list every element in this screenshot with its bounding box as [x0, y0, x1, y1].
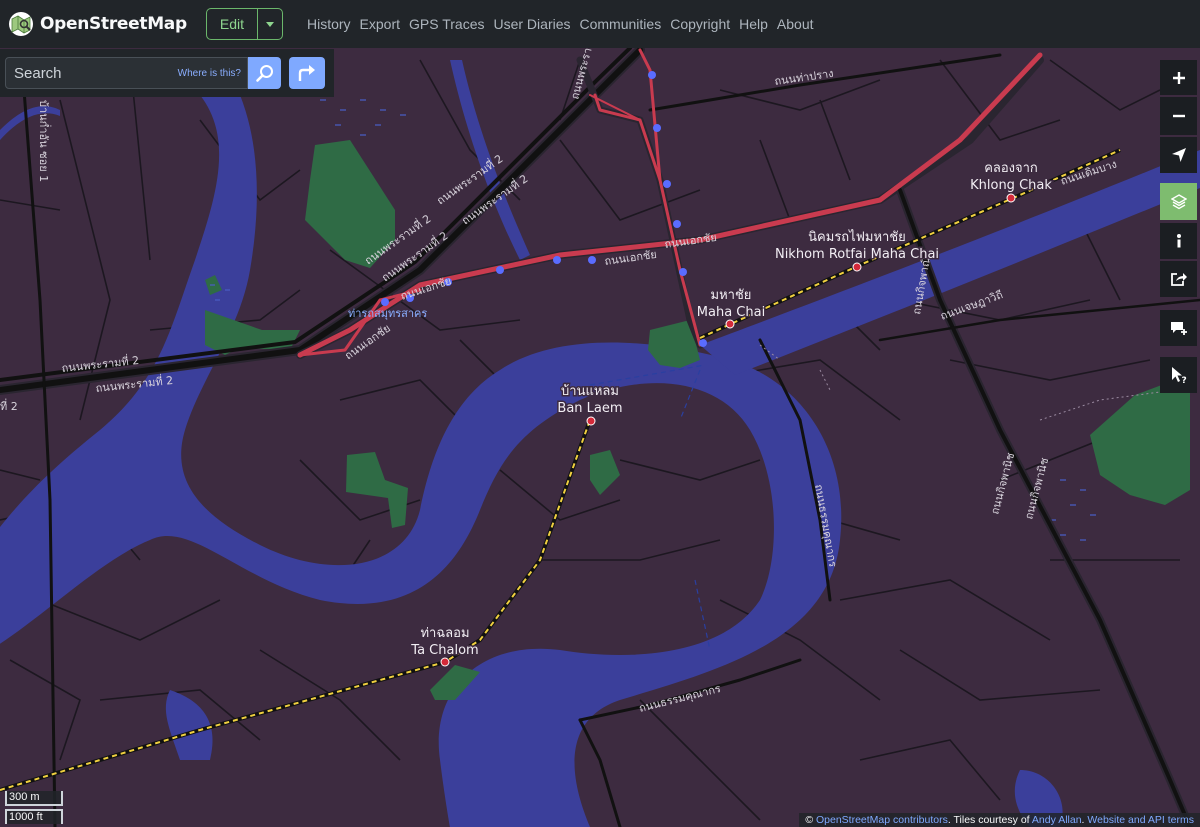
- share-icon: [1170, 273, 1187, 286]
- nav-user-diaries[interactable]: User Diaries: [493, 16, 570, 32]
- map-attribution: © OpenStreetMap contributors. Tiles cour…: [799, 813, 1200, 827]
- nav-gps-traces[interactable]: GPS Traces: [409, 16, 484, 32]
- nav-copyright[interactable]: Copyright: [670, 16, 730, 32]
- edit-button-group: Edit: [205, 8, 283, 40]
- label-left-vertical: บ้านก่ำอัน ซอย 1: [37, 100, 52, 182]
- search-placeholder: Search: [14, 65, 62, 82]
- label-station-ta-chalom-th: ท่าฉลอม: [420, 626, 469, 641]
- zoom-out-button[interactable]: [1160, 97, 1197, 135]
- primary-nav: History Export GPS Traces User Diaries C…: [307, 16, 823, 32]
- nav-about[interactable]: About: [777, 16, 814, 32]
- label-station-nikhom-th: นิคมรถไฟมหาชัย: [808, 229, 906, 245]
- location-arrow-icon: [1171, 148, 1186, 162]
- info-icon: [1176, 234, 1181, 248]
- label-station-maha-chai-th: มหาชัย: [711, 288, 752, 303]
- label-rama2-edge: ที่ 2: [0, 398, 18, 413]
- terms-link[interactable]: Website and API terms: [1087, 814, 1194, 826]
- nav-history[interactable]: History: [307, 16, 351, 32]
- site-name: OpenStreetMap: [40, 14, 187, 34]
- osm-logo-icon: [9, 12, 33, 36]
- attribution-middle: . Tiles courtesy of: [947, 814, 1032, 826]
- edit-button[interactable]: Edit: [207, 9, 258, 39]
- label-station-ban-laem: Ban Laem: [557, 401, 622, 416]
- edit-dropdown-toggle[interactable]: [258, 9, 282, 39]
- osm-contributors-link[interactable]: OpenStreetMap contributors: [816, 814, 948, 826]
- plus-icon: [1172, 71, 1185, 84]
- directions-button[interactable]: [289, 57, 325, 89]
- minus-icon: [1172, 114, 1185, 118]
- search-button[interactable]: [248, 57, 281, 89]
- nav-help[interactable]: Help: [739, 16, 768, 32]
- label-station-maha-chai: Maha Chai: [697, 305, 765, 320]
- search-icon: [255, 65, 273, 82]
- layers-icon: [1170, 193, 1187, 209]
- label-station-ban-laem-th: บ้านแหลม: [561, 384, 619, 399]
- label-station-nikhom: Nikhom Rotfai Maha Chai: [775, 247, 939, 262]
- map-canvas[interactable]: ถนนท่าปราง ถนนพระรามที่ 2 ถนนพระรามที่ 2…: [0, 48, 1200, 827]
- top-navbar: OpenStreetMap Edit History Export GPS Tr…: [0, 0, 1200, 48]
- where-is-this-link[interactable]: Where is this?: [178, 68, 241, 79]
- svg-text:?: ?: [1181, 376, 1186, 384]
- query-features-button[interactable]: ?: [1160, 357, 1197, 393]
- show-my-location-button[interactable]: [1160, 137, 1197, 173]
- attribution-prefix: ©: [805, 814, 816, 826]
- nav-export[interactable]: Export: [360, 16, 400, 32]
- label-bus-station: ท่ารถสมุทรสาคร: [348, 307, 427, 320]
- scale-metric: 300 m: [5, 791, 63, 806]
- scale-imperial: 1000 ft: [5, 809, 63, 824]
- search-input[interactable]: Search Where is this?: [5, 57, 248, 89]
- query-cursor-icon: ?: [1171, 367, 1186, 384]
- zoom-in-button[interactable]: [1160, 60, 1197, 95]
- map-key-button[interactable]: [1160, 223, 1197, 259]
- add-note-button[interactable]: [1160, 310, 1197, 346]
- nav-communities[interactable]: Communities: [580, 16, 662, 32]
- label-station-khlong-chak: Khlong Chak: [970, 178, 1052, 193]
- layers-button[interactable]: [1160, 183, 1197, 220]
- tiles-author-link[interactable]: Andy Allan: [1032, 814, 1082, 826]
- directions-icon: [298, 65, 315, 81]
- add-note-icon: [1170, 322, 1187, 335]
- caret-down-icon: [265, 21, 274, 27]
- label-station-khlong-chak-th: คลองจาก: [984, 161, 1038, 176]
- label-station-ta-chalom: Ta Chalom: [410, 643, 478, 658]
- site-logo[interactable]: OpenStreetMap: [8, 11, 187, 37]
- share-button[interactable]: [1160, 261, 1197, 297]
